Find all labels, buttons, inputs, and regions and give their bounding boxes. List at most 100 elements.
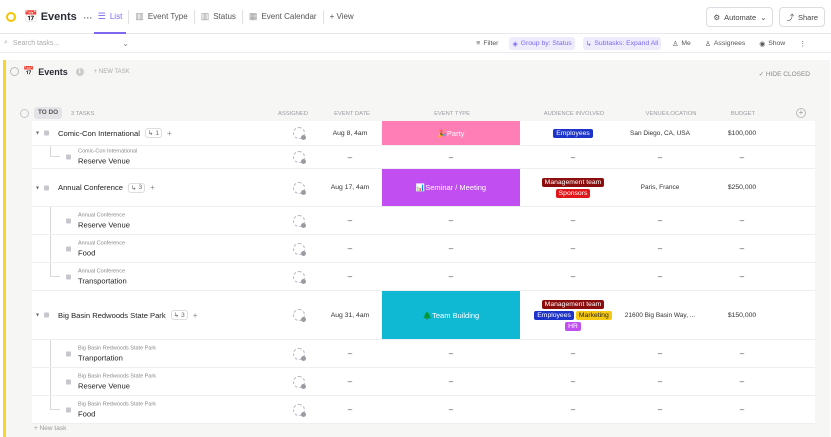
add-assignee-icon[interactable]	[293, 151, 306, 164]
collapse-caret-icon[interactable]: ▾	[36, 130, 39, 137]
assignee-cell[interactable]	[292, 121, 306, 145]
event-date-cell[interactable]: –	[320, 207, 380, 234]
add-assignee-icon[interactable]	[293, 347, 306, 361]
column-venue[interactable]: VENUE/LOCATION	[646, 111, 697, 117]
add-assignee-icon[interactable]	[293, 403, 306, 417]
task-name[interactable]: Big Basin Redwoods State Park ↳ 3 +	[58, 310, 197, 320]
budget-cell[interactable]: $250,000	[712, 169, 772, 206]
add-assignee-icon[interactable]	[293, 375, 306, 389]
space-status-icon[interactable]	[6, 11, 16, 22]
budget-cell[interactable]: –	[712, 396, 772, 423]
audience-badge[interactable]: Employees	[553, 128, 593, 138]
venue-cell[interactable]: Paris, France	[615, 169, 705, 206]
audience-badge[interactable]: Marketing	[575, 310, 612, 320]
collapse-caret-icon[interactable]: ▾	[36, 312, 39, 319]
venue-cell[interactable]: –	[615, 263, 705, 290]
event-type-cell[interactable]: 🌲Team Building	[382, 291, 520, 339]
event-date-cell[interactable]: –	[320, 340, 380, 367]
add-column-button[interactable]: +	[796, 108, 806, 118]
assignee-cell[interactable]	[292, 291, 306, 339]
venue-cell[interactable]: –	[615, 340, 705, 367]
filter-button[interactable]: ≡ Filter	[473, 37, 501, 50]
venue-cell[interactable]: –	[615, 207, 705, 234]
subtask-name[interactable]: Big Basin Redwoods State Park Reserve Ven…	[78, 373, 156, 390]
event-date-cell[interactable]: Aug 31, 4am	[320, 291, 380, 339]
venue-cell[interactable]: –	[615, 368, 705, 395]
audience-badge[interactable]: Employees	[534, 310, 574, 320]
tab-status[interactable]: ▥ Status	[195, 0, 242, 34]
venue-cell[interactable]: –	[615, 396, 705, 423]
audience-badge[interactable]: Management team	[541, 177, 605, 187]
chevron-down-icon[interactable]: ⌄	[122, 39, 129, 48]
assignee-cell[interactable]	[292, 340, 306, 367]
add-assignee-icon[interactable]	[293, 214, 306, 228]
audience-badge[interactable]: Sponsors	[555, 188, 591, 198]
hide-closed-button[interactable]: ✓ HIDE CLOSED	[759, 70, 810, 78]
show-button[interactable]: ◉ Show	[756, 37, 788, 50]
page-title[interactable]: 📅 Events	[24, 10, 77, 24]
subtask-name[interactable]: Big Basin Redwoods State Park Food	[78, 401, 156, 418]
add-subtask-icon[interactable]: +	[150, 183, 155, 192]
task-status-checkbox[interactable]	[44, 185, 49, 190]
add-subtask-icon[interactable]: +	[193, 311, 198, 320]
budget-cell[interactable]: –	[712, 235, 772, 262]
event-type-cell[interactable]: –	[382, 146, 520, 168]
column-audience[interactable]: AUDIENCE INVOLVED	[544, 111, 604, 117]
assignee-cell[interactable]	[292, 169, 306, 206]
collapse-caret-icon[interactable]: ▾	[36, 184, 39, 191]
task-name[interactable]: Comic-Con International ↳ 1 +	[58, 128, 172, 138]
budget-cell[interactable]: –	[712, 340, 772, 367]
add-assignee-icon[interactable]	[293, 242, 306, 256]
column-event-date[interactable]: EVENT DATE	[334, 111, 370, 117]
assignees-button[interactable]: ♙ Assignees	[702, 37, 748, 50]
venue-cell[interactable]: –	[615, 146, 705, 168]
task-status-checkbox[interactable]	[44, 130, 49, 136]
subtask-name[interactable]: Annual Conference Transportation	[78, 268, 127, 285]
event-type-cell[interactable]: –	[382, 263, 520, 290]
budget-cell[interactable]: –	[712, 146, 772, 168]
subtask-name[interactable]: Comic-Con International Reserve Venue	[78, 149, 137, 166]
event-type-cell[interactable]: 🎉Party	[382, 121, 520, 145]
add-assignee-icon[interactable]	[293, 127, 306, 140]
new-task-button[interactable]: + New task	[34, 425, 66, 432]
event-type-cell[interactable]: –	[382, 368, 520, 395]
subtask-row[interactable]: Big Basin Redwoods State Park Reserve Ven…	[32, 368, 815, 396]
event-type-cell[interactable]: –	[382, 340, 520, 367]
task-name[interactable]: Annual Conference ↳ 3 +	[58, 182, 155, 193]
column-assigned[interactable]: ASSIGNED	[278, 111, 308, 117]
event-type-cell[interactable]: 📊Seminar / Meeting	[382, 169, 520, 206]
venue-cell[interactable]: –	[615, 235, 705, 262]
subtask-status-checkbox[interactable]	[66, 154, 71, 160]
tab-list[interactable]: ☰ List	[92, 0, 129, 34]
budget-cell[interactable]: –	[712, 263, 772, 290]
subtask-status-checkbox[interactable]	[66, 218, 71, 223]
task-row[interactable]: ▾ Annual Conference ↳ 3 + Aug 17, 4am 📊Seminar…	[32, 169, 815, 207]
subtask-count[interactable]: ↳ 3	[170, 310, 188, 320]
audience-badge[interactable]: Management team	[541, 299, 605, 309]
assignee-cell[interactable]	[292, 235, 306, 262]
add-assignee-icon[interactable]	[293, 270, 306, 284]
budget-cell[interactable]: $100,000	[712, 121, 772, 145]
search-input[interactable]: ⌕ Search tasks... ⌄	[4, 39, 129, 48]
subtask-name[interactable]: Annual Conference Reserve Venue	[78, 212, 130, 229]
subtask-row[interactable]: Annual Conference Transportation – – – – –	[32, 263, 815, 291]
collapse-list-icon[interactable]	[10, 67, 19, 76]
event-type-cell[interactable]: –	[382, 207, 520, 234]
event-date-cell[interactable]: –	[320, 396, 380, 423]
budget-cell[interactable]: $150,000	[712, 291, 772, 339]
subtask-name[interactable]: Annual Conference Food	[78, 240, 125, 257]
subtask-status-checkbox[interactable]	[66, 246, 71, 251]
event-date-cell[interactable]: –	[320, 235, 380, 262]
subtask-count[interactable]: ↳ 3	[128, 182, 146, 193]
subtask-row[interactable]: Annual Conference Food – – – – –	[32, 235, 815, 263]
task-row[interactable]: ▾ Comic-Con International ↳ 1 + Aug 8, 4am 🎉Pa…	[32, 121, 815, 146]
add-subtask-icon[interactable]: +	[167, 129, 172, 138]
collapse-group-icon[interactable]	[20, 109, 29, 118]
task-status-checkbox[interactable]	[44, 312, 49, 318]
more-options-icon[interactable]: ···	[83, 10, 93, 24]
assignee-cell[interactable]	[292, 146, 306, 168]
assignee-cell[interactable]	[292, 396, 306, 423]
subtask-count[interactable]: ↳ 1	[144, 128, 162, 138]
assignee-cell[interactable]	[292, 263, 306, 290]
more-options-icon[interactable]: ⋮	[796, 37, 809, 50]
